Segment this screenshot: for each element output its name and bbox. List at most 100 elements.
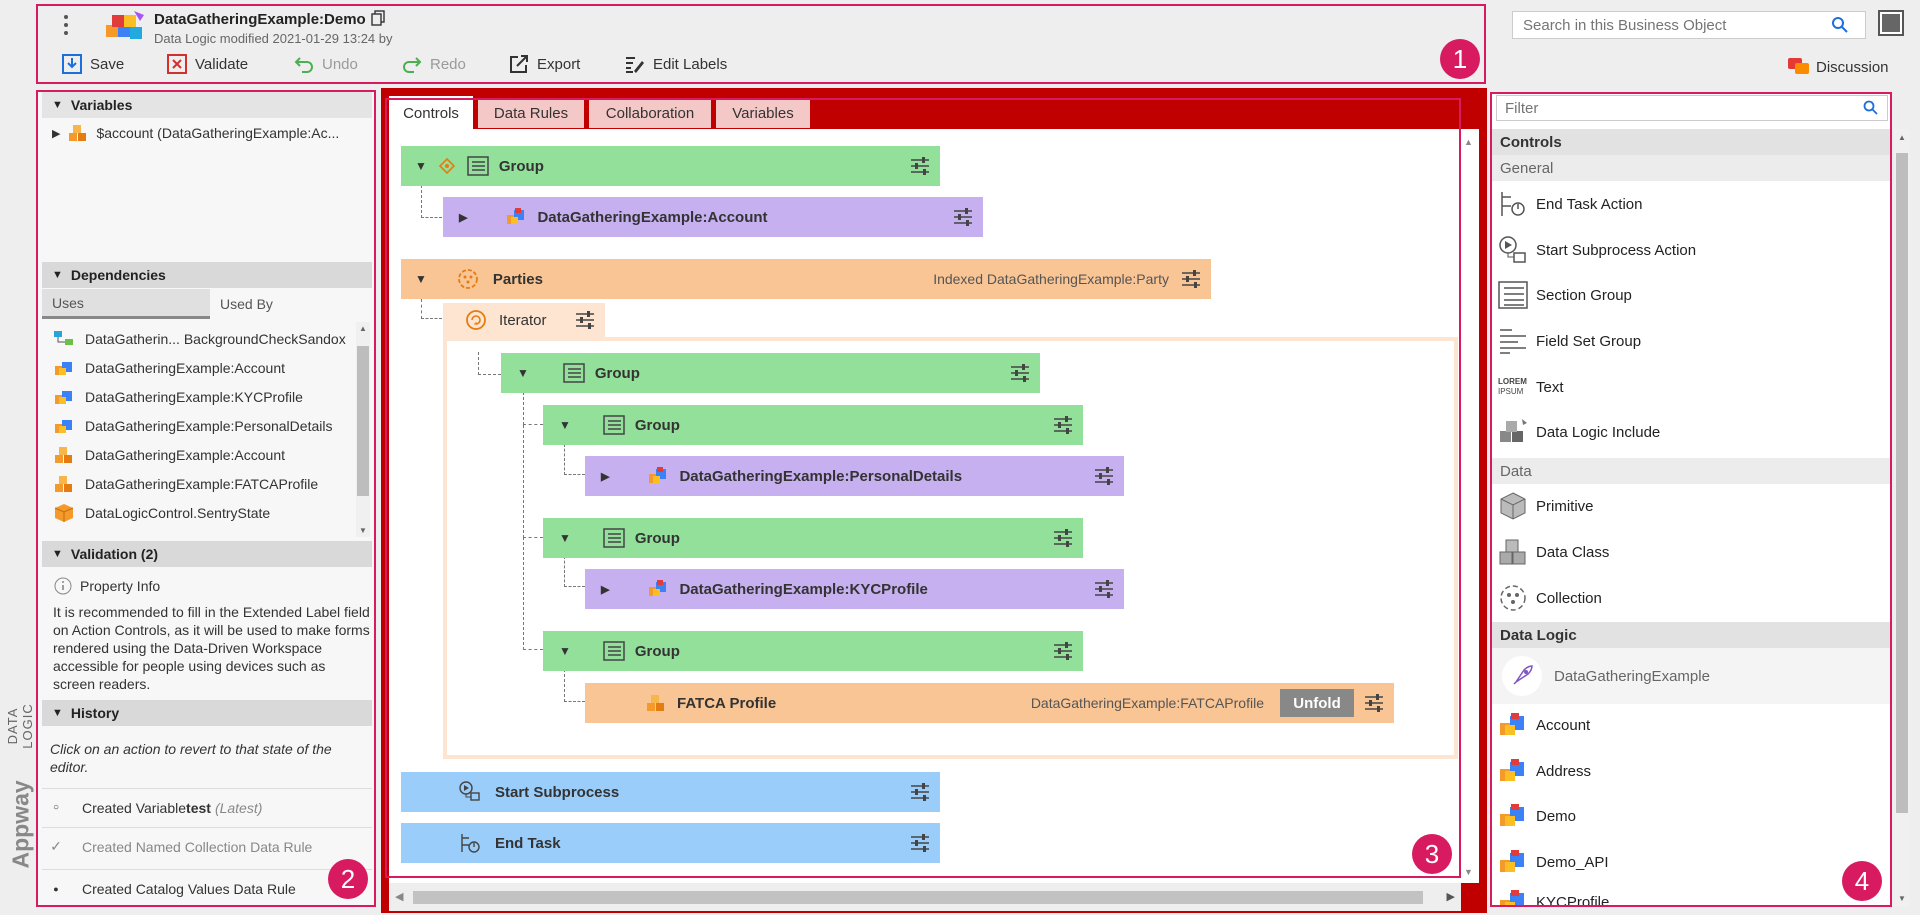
expand-arrow-icon[interactable]: ▶ <box>601 470 609 483</box>
settings-sliders-icon[interactable] <box>1053 642 1073 660</box>
save-button[interactable]: Save <box>62 52 124 76</box>
tab-data-rules[interactable]: Data Rules <box>478 98 584 128</box>
collapse-arrow-icon[interactable]: ▼ <box>559 418 571 432</box>
palette-item-start-subprocess-action[interactable]: Start Subprocess Action <box>1498 229 1696 271</box>
canvas-vertical-scrollbar[interactable]: ▲ ▼ <box>1461 133 1477 881</box>
tab-variables[interactable]: Variables <box>716 98 810 128</box>
settings-sliders-icon[interactable] <box>1181 270 1201 288</box>
dependency-item[interactable]: DataLogicControl.SentryState <box>53 499 270 527</box>
history-header[interactable]: ▼ History <box>42 700 372 726</box>
filter-input[interactable] <box>1505 99 1855 117</box>
collection-node-parties[interactable]: ▼ Parties Indexed DataGatheringExample:P… <box>401 259 1211 299</box>
settings-sliders-icon[interactable] <box>910 783 930 801</box>
palette-scrollbar[interactable]: ▲ ▼ <box>1894 129 1910 907</box>
export-icon <box>510 55 528 73</box>
palette-item-field-set-group[interactable]: Field Set Group <box>1498 320 1641 362</box>
export-button[interactable]: Export <box>509 52 580 76</box>
tab-collaboration[interactable]: Collaboration <box>589 98 711 128</box>
undo-button[interactable]: Undo <box>294 52 358 76</box>
dependency-item[interactable]: DataGatheringExample:KYCProfile <box>53 383 303 411</box>
dependency-item[interactable]: DataGatheringExample:Account <box>53 441 285 469</box>
copy-icon[interactable] <box>371 10 385 26</box>
expand-arrow-icon[interactable]: ▶ <box>459 211 467 224</box>
unfold-button[interactable]: Unfold <box>1280 689 1354 717</box>
tab-controls[interactable]: Controls <box>389 96 473 130</box>
settings-sliders-icon[interactable] <box>1010 364 1030 382</box>
search-icon[interactable] <box>1863 100 1879 116</box>
section-group-icon <box>563 363 585 383</box>
palette-item-data-logic[interactable]: Address <box>1498 750 1591 792</box>
variable-item[interactable]: ▶ $account (DataGatheringExample:Ac... <box>52 122 339 144</box>
dependency-item[interactable]: DataGatheringExample:PersonalDetails <box>53 412 332 440</box>
group-node[interactable]: ▼ Group <box>501 353 1040 393</box>
settings-sliders-icon[interactable] <box>1364 694 1384 712</box>
object-node-personal-details[interactable]: ▶ DataGatheringExample:PersonalDetails <box>585 456 1124 496</box>
object-node-kyc-profile[interactable]: ▶ DataGatheringExample:KYCProfile <box>585 569 1124 609</box>
discussion-button[interactable]: Discussion <box>1788 58 1889 76</box>
variables-header[interactable]: ▼ Variables <box>42 92 372 118</box>
settings-sliders-icon[interactable] <box>1094 467 1114 485</box>
settings-sliders-icon[interactable] <box>910 834 930 852</box>
business-object-icon <box>55 391 72 404</box>
palette-filter[interactable] <box>1496 95 1888 121</box>
group-node[interactable]: ▼ Group <box>543 631 1083 671</box>
tab-used-by[interactable]: Used By <box>210 289 372 319</box>
settings-sliders-icon[interactable] <box>953 208 973 226</box>
collapse-arrow-icon[interactable]: ▼ <box>415 272 427 286</box>
validate-button[interactable]: Validate <box>167 52 248 76</box>
palette-item-section-group[interactable]: Section Group <box>1498 274 1632 316</box>
kebab-menu-icon[interactable] <box>62 14 70 36</box>
history-item[interactable]: ✓ Created Named Collection Data Rule <box>42 827 372 865</box>
collapse-arrow-icon[interactable]: ▼ <box>415 159 427 173</box>
tree-connector <box>564 669 585 702</box>
end-task-icon <box>1501 192 1525 216</box>
palette-item-data-logic-include[interactable]: Data Logic Include <box>1498 411 1660 453</box>
palette-item-collection[interactable]: Collection <box>1498 577 1602 619</box>
data-logic-include-node-fatca[interactable]: FATCA Profile DataGatheringExample:FATCA… <box>585 683 1394 723</box>
palette-item-data-class[interactable]: Data Class <box>1498 531 1609 573</box>
history-item[interactable]: ● Created Catalog Values Data Rule <box>42 869 372 907</box>
settings-sliders-icon[interactable] <box>1094 580 1114 598</box>
dependency-item[interactable]: DataGatheringExample:Account <box>53 354 285 382</box>
search-input[interactable] <box>1523 16 1823 34</box>
settings-sliders-icon[interactable] <box>910 157 930 175</box>
palette-item-data-logic[interactable]: Demo_API <box>1498 841 1609 883</box>
palette-item-end-task-action[interactable]: End Task Action <box>1498 183 1642 225</box>
canvas-horizontal-scrollbar[interactable]: ◀ ▶ <box>389 883 1461 911</box>
palette-subsection-data: Data <box>1492 458 1892 484</box>
collapse-arrow-icon[interactable]: ▼ <box>559 644 571 658</box>
dependency-item[interactable]: DataGatheringExample:FATCAProfile <box>53 470 318 498</box>
palette-item-data-logic[interactable]: KYCProfile <box>1492 887 1882 907</box>
palette-item-text[interactable]: LOREM IPSUM Text <box>1498 366 1564 408</box>
collapse-arrow-icon[interactable]: ▼ <box>559 531 571 545</box>
tab-uses[interactable]: Uses <box>42 289 210 319</box>
action-node-start-subprocess[interactable]: Start Subprocess <box>401 772 940 812</box>
search-icon[interactable] <box>1831 16 1849 34</box>
expand-arrow-icon[interactable]: ▶ <box>601 583 609 596</box>
iterator-node[interactable]: Iterator <box>443 303 605 337</box>
business-object-search[interactable] <box>1512 11 1866 39</box>
dependency-item[interactable]: DataGatherin... BackgroundCheckSandox <box>53 325 346 353</box>
panel-toggle-icon[interactable] <box>1878 10 1904 36</box>
palette-section-data-logic: Data Logic <box>1492 622 1892 648</box>
group-node[interactable]: ▼ Group <box>543 405 1083 445</box>
palette-item-primitive[interactable]: Primitive <box>1498 485 1594 527</box>
group-node[interactable]: ▼ Group <box>401 146 940 186</box>
palette-item-data-logic-main[interactable]: DataGatheringExample <box>1492 648 1892 704</box>
collapse-arrow-icon[interactable]: ▼ <box>517 366 529 380</box>
edit-labels-button[interactable]: Edit Labels <box>625 52 727 76</box>
validation-header[interactable]: ▼ Validation (2) <box>42 541 372 567</box>
group-node[interactable]: ▼ Group <box>543 518 1083 558</box>
dependencies-scrollbar[interactable]: ▲ ▼ <box>356 322 370 537</box>
palette-item-data-logic[interactable]: Account <box>1498 704 1590 746</box>
settings-sliders-icon[interactable] <box>1053 529 1073 547</box>
object-node-account[interactable]: ▶ DataGatheringExample:Account <box>443 197 983 237</box>
history-item[interactable]: ○ Created Variable test (Latest) <box>42 788 372 826</box>
redo-button[interactable]: Redo <box>402 52 466 76</box>
settings-sliders-icon[interactable] <box>575 311 595 329</box>
dependencies-header[interactable]: ▼ Dependencies <box>42 262 372 288</box>
action-node-end-task[interactable]: End Task <box>401 823 940 863</box>
settings-sliders-icon[interactable] <box>1053 416 1073 434</box>
palette-item-data-logic[interactable]: Demo <box>1498 795 1576 837</box>
expand-arrow-icon[interactable]: ▶ <box>52 127 60 140</box>
